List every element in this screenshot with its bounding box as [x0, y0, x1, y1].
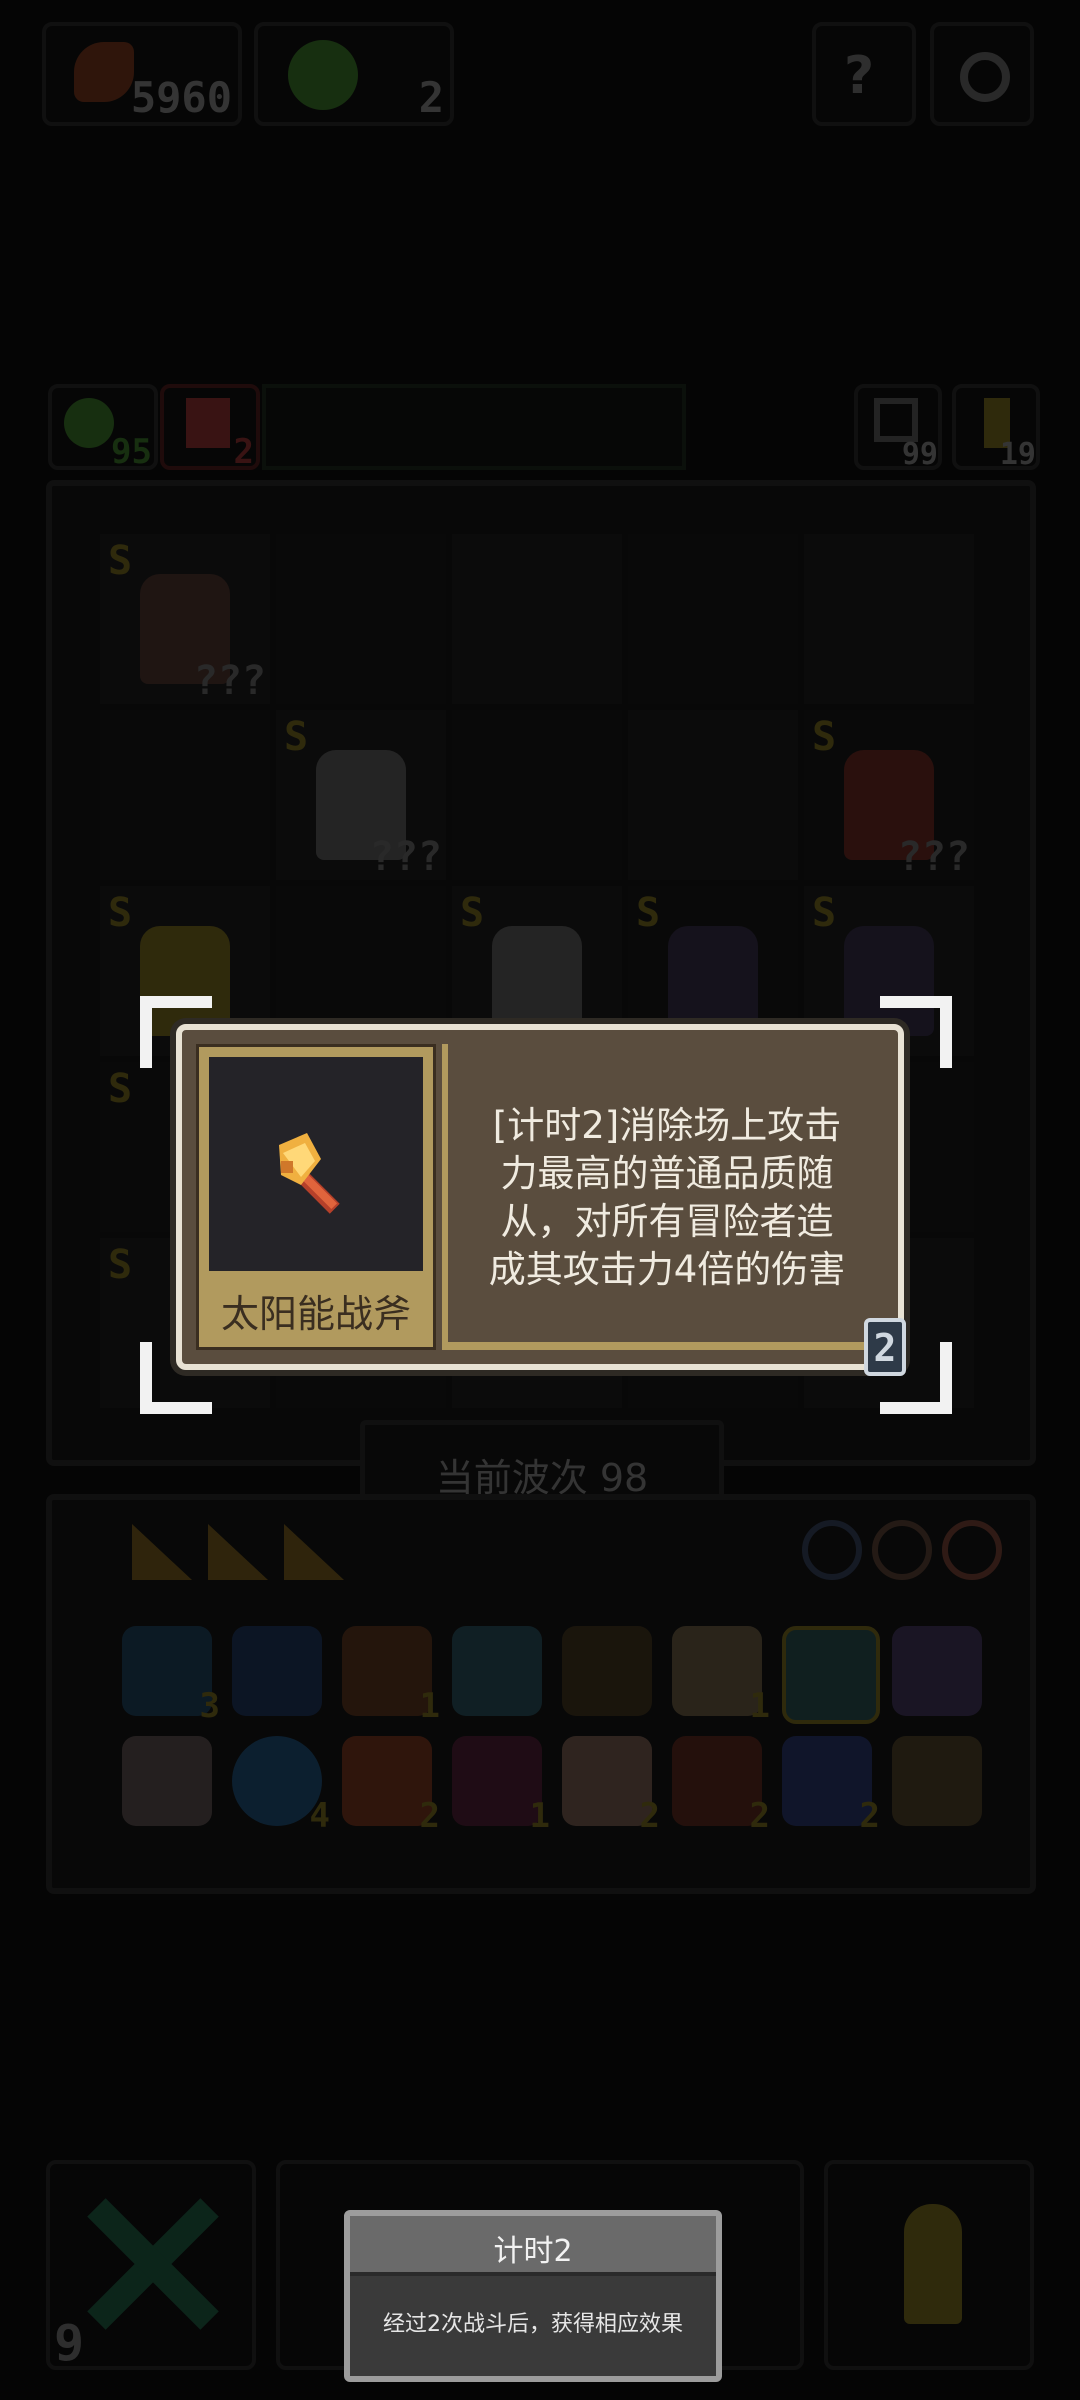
board-cell[interactable] [100, 710, 270, 880]
tooltip-title: 计时2 [493, 2234, 573, 2269]
triangle-icon [132, 1524, 192, 1580]
item-name: 太阳能战斧 [220, 1292, 411, 1336]
inventory-item[interactable]: 4 [232, 1736, 330, 1836]
hero-sprite [492, 926, 582, 1036]
stat-right-b: 19 [952, 384, 1040, 472]
gold-amount: 5960 [130, 73, 232, 122]
gear-icon [960, 52, 1010, 102]
inventory-item[interactable]: 1 [452, 1736, 550, 1836]
board-cell[interactable]: S ??? [276, 710, 446, 880]
stat-left-b: 2 [160, 384, 260, 472]
cancel-button[interactable]: 9 [46, 2160, 256, 2372]
rank-label: S [108, 1242, 133, 1288]
card-divider [442, 1044, 448, 1350]
inventory-item[interactable]: 1 [342, 1626, 440, 1726]
item-card[interactable]: 太阳能战斧 [计时2]消除场上攻击 力最高的普通品质随 从，对所有冒险者造 成其… [176, 1024, 906, 1376]
stat-left-a: 95 [48, 384, 158, 472]
pawn-button[interactable] [824, 2160, 1034, 2370]
potion-icon [186, 398, 230, 448]
rank-label: S [636, 890, 661, 936]
axe-icon [279, 1133, 340, 1214]
board-cell[interactable] [452, 710, 622, 880]
rank-label: S [108, 890, 133, 936]
inventory-item[interactable] [232, 1626, 322, 1716]
inventory-item[interactable]: 2 [782, 1736, 880, 1836]
tooltip-header: 计时2 [350, 2216, 716, 2276]
gold-counter[interactable]: 5960 [42, 22, 242, 126]
gem-amount: 2 [418, 73, 444, 122]
unknown-stat: ??? [369, 834, 442, 880]
rank-label: S [460, 890, 485, 936]
board-cell[interactable] [452, 534, 622, 704]
inventory-item[interactable]: 3 [122, 1626, 220, 1726]
board-cell[interactable] [804, 534, 974, 704]
triangle-icon [284, 1524, 344, 1580]
inventory-item[interactable]: 1 [672, 1626, 770, 1726]
inventory-item[interactable]: 2 [672, 1736, 770, 1836]
inventory-item[interactable] [892, 1626, 982, 1716]
help-button[interactable]: ? [812, 22, 916, 126]
inventory-item[interactable] [562, 1626, 652, 1716]
filter-icon[interactable] [872, 1520, 932, 1580]
board-cell[interactable]: S ??? [100, 534, 270, 704]
settings-button[interactable] [930, 22, 1034, 126]
progress-bar [262, 384, 686, 470]
gold-icon [74, 42, 134, 102]
gem-icon [288, 40, 358, 110]
tier-badge: 2 [864, 1318, 906, 1376]
board-cell[interactable] [628, 710, 798, 880]
board-cell[interactable]: S ??? [804, 710, 974, 880]
filter-icon[interactable] [802, 1520, 862, 1580]
help-icon: ? [844, 46, 875, 106]
rank-label: S [108, 538, 133, 584]
item-image-panel: 太阳能战斧 [196, 1044, 436, 1350]
tooltip-text: 经过2次战斗后，获得相应效果 [383, 2312, 683, 2337]
inventory-item[interactable]: 2 [342, 1736, 440, 1836]
board-cell[interactable] [628, 534, 798, 704]
board-cell[interactable] [276, 534, 446, 704]
hero-sprite [668, 926, 758, 1036]
card-stripe [448, 1342, 880, 1350]
gem-counter[interactable]: 2 [254, 22, 454, 126]
unknown-stat: ??? [193, 658, 266, 704]
filter-icon[interactable] [942, 1520, 1002, 1580]
inventory-item[interactable] [782, 1626, 880, 1724]
item-description: [计时2]消除场上攻击 力最高的普通品质随 从，对所有冒险者造 成其攻击力4倍的… [488, 1104, 846, 1291]
unknown-stat: ??? [897, 834, 970, 880]
timer-tooltip: 计时2 经过2次战斗后，获得相应效果 [344, 2210, 722, 2382]
rank-label: S [108, 1066, 133, 1112]
stat-right-a: 99 [854, 384, 942, 472]
inventory-item[interactable] [122, 1736, 212, 1826]
inventory-item[interactable] [892, 1736, 982, 1826]
rank-label: S [812, 890, 837, 936]
inventory-item[interactable] [452, 1626, 542, 1716]
close-icon [80, 2194, 220, 2334]
item-image [209, 1057, 423, 1271]
inventory-panel: 3 1 1 4 2 1 2 2 2 [46, 1494, 1036, 1894]
refresh-icon [874, 398, 918, 442]
rank-label: S [812, 714, 837, 760]
pawn-icon [904, 2204, 962, 2324]
triangle-icon [208, 1524, 268, 1580]
leaf-icon [64, 398, 114, 448]
remaining-count: 9 [54, 2314, 85, 2372]
rank-label: S [284, 714, 309, 760]
inventory-item[interactable]: 2 [562, 1736, 660, 1836]
